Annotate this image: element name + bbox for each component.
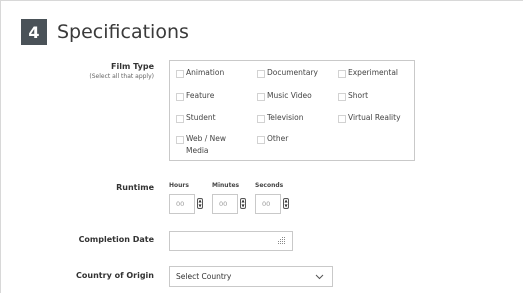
- section-header: 4 Specifications: [21, 18, 189, 46]
- checkbox[interactable]: [176, 115, 184, 123]
- film-type-option-music-video[interactable]: Music Video: [257, 90, 327, 102]
- hours-input[interactable]: 00: [169, 194, 195, 214]
- film-type-sublabel: (Select all that apply): [89, 73, 154, 80]
- checkbox[interactable]: [176, 70, 184, 78]
- completion-date-input[interactable]: [169, 231, 293, 251]
- seconds-label: Seconds: [255, 182, 284, 189]
- film-type-option-feature[interactable]: Feature: [176, 90, 246, 102]
- minutes-label: Minutes: [212, 182, 240, 189]
- film-type-option-documentary[interactable]: Documentary: [257, 67, 327, 79]
- film-type-option-animation[interactable]: Animation: [176, 67, 246, 79]
- checkbox[interactable]: [338, 115, 346, 123]
- film-type-options: Animation Documentary Experimental Featu…: [169, 60, 415, 161]
- checkbox[interactable]: [338, 70, 346, 78]
- seconds-input[interactable]: 00: [255, 194, 281, 214]
- film-type-option-student[interactable]: Student: [176, 112, 246, 124]
- runtime-label: Runtime: [116, 183, 154, 192]
- film-type-option-web-new-media[interactable]: Web / New Media: [176, 133, 234, 157]
- film-type-option-experimental[interactable]: Experimental: [338, 67, 408, 79]
- checkbox[interactable]: [257, 115, 265, 123]
- checkbox[interactable]: [176, 93, 184, 101]
- hours-label: Hours: [169, 182, 189, 189]
- film-type-option-short[interactable]: Short: [338, 90, 408, 102]
- seconds-spinner-icon[interactable]: ▲ ▼: [283, 198, 289, 209]
- country-selected-value: Select Country: [176, 272, 232, 281]
- film-type-option-television[interactable]: Television: [257, 112, 327, 124]
- section-title: Specifications: [57, 21, 189, 43]
- minutes-input[interactable]: 00: [212, 194, 238, 214]
- checkbox[interactable]: [257, 136, 265, 144]
- country-label: Country of Origin: [76, 271, 154, 280]
- minutes-spinner-icon[interactable]: ▲ ▼: [240, 198, 246, 209]
- chevron-down-icon: [315, 274, 324, 280]
- checkbox[interactable]: [257, 70, 265, 78]
- country-select[interactable]: Select Country: [169, 266, 333, 287]
- checkbox[interactable]: [338, 93, 346, 101]
- film-type-label: Film Type: [111, 62, 154, 71]
- completion-date-label: Completion Date: [78, 235, 154, 244]
- calendar-icon[interactable]: [278, 237, 286, 245]
- film-type-option-other[interactable]: Other: [257, 133, 327, 145]
- hours-spinner-icon[interactable]: ▲ ▼: [197, 198, 203, 209]
- checkbox[interactable]: [176, 136, 184, 144]
- film-type-option-virtual-reality[interactable]: Virtual Reality: [338, 112, 408, 124]
- checkbox[interactable]: [257, 93, 265, 101]
- step-badge: 4: [21, 19, 47, 45]
